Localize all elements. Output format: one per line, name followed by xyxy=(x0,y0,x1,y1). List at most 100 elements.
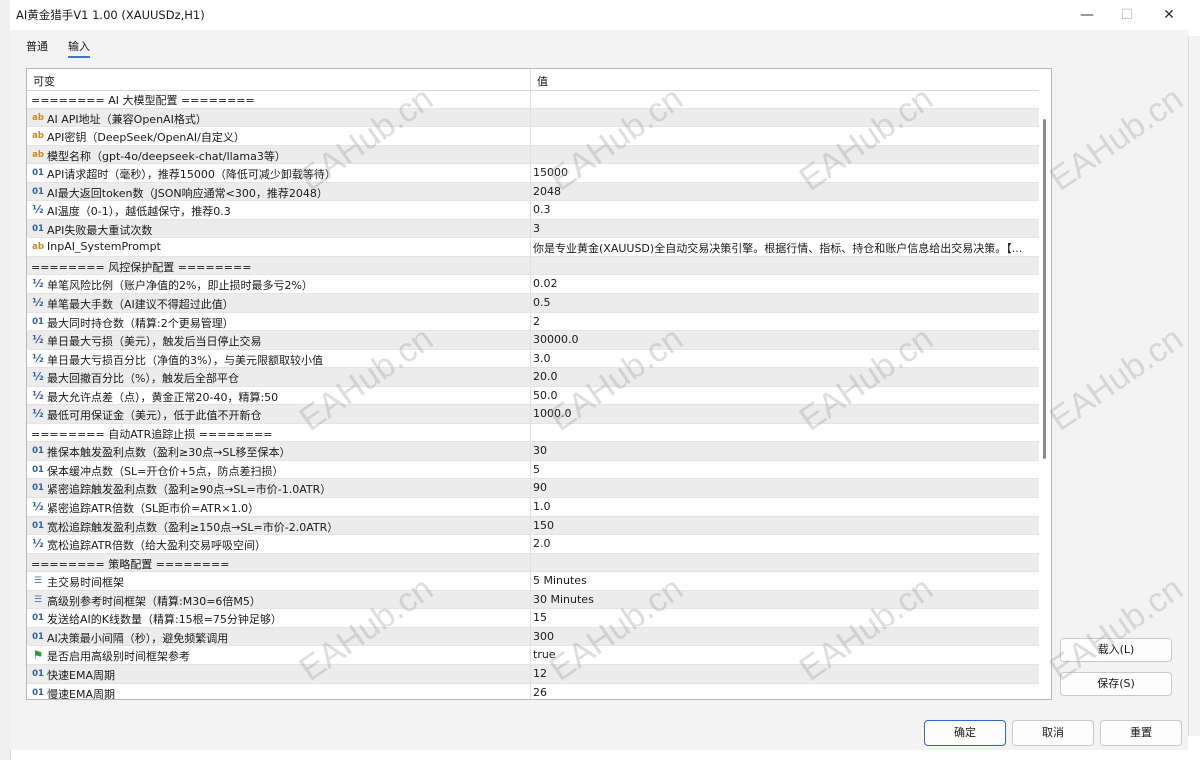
tab-general[interactable]: 普通 xyxy=(26,38,48,54)
parameter-row[interactable]: ½ 最大允许点差（点），黄金正常20-40，精算:50 50.0 xyxy=(27,387,1039,406)
parameter-value[interactable]: 300 xyxy=(533,630,1033,643)
parameter-name: ======== 自动ATR追踪止损 ======== xyxy=(31,427,273,441)
parameter-value[interactable]: 0.02 xyxy=(533,277,1033,290)
parameter-name: AI API地址（兼容OpenAI格式） xyxy=(47,112,207,126)
close-icon[interactable]: ✕ xyxy=(1154,4,1184,26)
parameter-name: ======== 风控保护配置 ======== xyxy=(31,260,252,274)
parameter-row[interactable]: ½ 单日最大亏损（美元），触发后当日停止交易 30000.0 xyxy=(27,331,1039,350)
double-type-icon: ½ xyxy=(32,333,44,347)
integer-type-icon: 01 xyxy=(32,687,44,698)
parameter-name: AI决策最小间隔（秒），避免频繁调用 xyxy=(47,631,229,645)
section-header-row[interactable]: ======== 策略配置 ======== xyxy=(27,553,1039,573)
parameter-row[interactable]: ½ AI温度（0-1），越低越保守，推荐0.3 0.3 xyxy=(27,201,1039,220)
minimize-icon[interactable]: — xyxy=(1072,4,1102,26)
parameter-value[interactable]: 0.3 xyxy=(533,203,1033,216)
parameter-row[interactable]: 01 宽松追踪触发盈利点数（盈利≥150点→SL=市价-2.0ATR） 150 xyxy=(27,516,1039,536)
window-title: AI黄金猎手V1 1.00 (XAUUSDz,H1) xyxy=(16,8,205,22)
double-type-icon: ½ xyxy=(32,500,44,514)
section-header-row[interactable]: ======== 风控保护配置 ======== xyxy=(27,256,1039,276)
parameter-row[interactable]: ½ 宽松追踪ATR倍数（给大盈利交易呼吸空间） 2.0 xyxy=(27,535,1039,554)
parameter-name: 单笔最大手数（AI建议不得超过此值） xyxy=(47,298,234,312)
parameter-row[interactable]: ½ 紧密追踪ATR倍数（SL距市价=ATR×1.0） 1.0 xyxy=(27,498,1039,517)
parameter-row[interactable]: ab AI API地址（兼容OpenAI格式） xyxy=(27,108,1039,128)
parameter-row[interactable]: 01 紧密追踪触发盈利点数（盈利≥90点→SL=市价-1.0ATR） 90 xyxy=(27,479,1039,499)
parameter-value[interactable]: 0.5 xyxy=(533,296,1033,309)
section-header-row[interactable]: ======== 自动ATR追踪止损 ======== xyxy=(27,424,1039,443)
parameter-row[interactable]: ½ 单日最大亏损百分比（净值的3%），与美元限额取较小值 3.0 xyxy=(27,350,1039,369)
column-header-value[interactable]: 值 xyxy=(537,73,548,89)
parameter-row[interactable]: ab 模型名称（gpt-4o/deepseek-chat/llama3等） xyxy=(27,145,1039,165)
parameter-value[interactable]: 3 xyxy=(533,222,1033,235)
parameter-value[interactable]: 30 Minutes xyxy=(533,593,1033,606)
vertical-scrollbar[interactable] xyxy=(1040,69,1050,699)
parameter-name: 最大回撤百分比（%），触发后全部平仓 xyxy=(47,372,239,386)
parameter-value[interactable]: 20.0 xyxy=(533,370,1033,383)
parameter-name: 快速EMA周期 xyxy=(47,668,115,682)
parameter-row[interactable]: ½ 最低可用保证金（美元），低于此值不开新仓 1000.0 xyxy=(27,405,1039,424)
integer-type-icon: 01 xyxy=(32,631,44,642)
parameter-row[interactable]: 01 最大同时持仓数（精算:2个更易管理） 2 xyxy=(27,313,1039,332)
parameter-value[interactable]: 1000.0 xyxy=(533,407,1033,420)
section-header-row[interactable]: ======== AI 大模型配置 ======== xyxy=(27,90,1039,109)
parameter-row[interactable]: ☰ 高级别参考时间框架（精算:M30=6倍M5） 30 Minutes xyxy=(27,590,1039,610)
parameter-value[interactable]: 5 xyxy=(533,463,1033,476)
parameter-row[interactable]: 01 API请求超时（毫秒），推荐15000（降低可减少卸载等待） 15000 xyxy=(27,164,1039,183)
dialog-client: 普通 输入 可变 值 ======== AI 大模型配置 ======== ab A… xyxy=(10,30,1188,750)
parameter-name: API失败最大重试次数 xyxy=(47,223,153,237)
cancel-button[interactable]: 取消 xyxy=(1012,720,1094,746)
integer-type-icon: 01 xyxy=(32,668,44,679)
ok-button[interactable]: 确定 xyxy=(924,720,1006,746)
grid-header: 可变 值 xyxy=(27,69,1039,91)
parameter-value[interactable]: 150 xyxy=(533,519,1033,532)
parameter-value[interactable]: 3.0 xyxy=(533,352,1033,365)
parameter-row[interactable]: 01 API失败最大重试次数 3 xyxy=(27,219,1039,239)
parameter-value[interactable]: 90 xyxy=(533,481,1033,494)
parameter-row[interactable]: 01 推保本触发盈利点数（盈利≥30点→SL移至保本） 30 xyxy=(27,442,1039,461)
integer-type-icon: 01 xyxy=(32,446,44,457)
integer-type-icon: 01 xyxy=(32,186,44,197)
integer-type-icon: 01 xyxy=(32,464,44,475)
parameter-value[interactable]: true xyxy=(533,648,1033,661)
parameter-row[interactable]: ab InpAI_SystemPrompt 你是专业黄金(XAUUSD)全自动交易决… xyxy=(27,238,1039,257)
enum-type-icon: ☰ xyxy=(33,594,43,605)
parameter-value[interactable]: 5 Minutes xyxy=(533,574,1033,587)
parameter-row[interactable]: ½ 最大回撤百分比（%），触发后全部平仓 20.0 xyxy=(27,368,1039,387)
parameter-name: AI温度（0-1），越低越保守，推荐0.3 xyxy=(47,205,231,219)
parameter-row[interactable]: 01 保本缓冲点数（SL=开仓价+5点，防点差扫损） 5 xyxy=(27,461,1039,480)
parameter-row[interactable]: ½ 单笔最大手数（AI建议不得超过此值） 0.5 xyxy=(27,294,1039,313)
parameter-value[interactable]: 50.0 xyxy=(533,389,1033,402)
parameter-value[interactable]: 26 xyxy=(533,686,1033,699)
parameter-row[interactable]: ☰ 主交易时间框架 5 Minutes xyxy=(27,572,1039,591)
parameter-value[interactable]: 30 xyxy=(533,444,1033,457)
parameter-row[interactable]: ab API密钥（DeepSeek/OpenAI/自定义） xyxy=(27,127,1039,146)
parameter-row[interactable]: 01 AI决策最小间隔（秒），避免频繁调用 300 xyxy=(27,627,1039,647)
parameter-name: 单日最大亏损百分比（净值的3%），与美元限额取较小值 xyxy=(47,353,323,367)
parameter-row[interactable]: 01 AI最大返回token数（JSON响应通常<300，推荐2048） 2048 xyxy=(27,182,1039,202)
maximize-icon[interactable]: ☐ xyxy=(1112,4,1142,26)
parameter-name: AI最大返回token数（JSON响应通常<300，推荐2048） xyxy=(47,186,328,200)
parameter-value[interactable]: 2.0 xyxy=(533,537,1033,550)
parameter-name: 发送给AI的K线数量（精算:15根=75分钟足够） xyxy=(47,613,282,627)
parameter-name: 慢速EMA周期 xyxy=(47,687,115,700)
parameter-name: 宽松追踪触发盈利点数（盈利≥150点→SL=市价-2.0ATR） xyxy=(47,520,339,534)
parameter-row[interactable]: ⚑ 是否启用高级别时间框架参考 true xyxy=(27,646,1039,665)
parameter-value[interactable]: 15000 xyxy=(533,166,1033,179)
column-header-name[interactable]: 可变 xyxy=(33,73,55,89)
tab-inputs[interactable]: 输入 xyxy=(68,38,90,58)
parameter-row[interactable]: 01 快速EMA周期 12 xyxy=(27,664,1039,684)
parameter-value[interactable]: 2 xyxy=(533,315,1033,328)
parameter-row[interactable]: 01 发送给AI的K线数量（精算:15根=75分钟足够） 15 xyxy=(27,609,1039,628)
reset-button[interactable]: 重置 xyxy=(1100,720,1182,746)
parameter-value[interactable]: 你是专业黄金(XAUUSD)全自动交易决策引擎。根据行情、指标、持仓和账户信息给… xyxy=(533,240,1033,256)
parameter-value[interactable]: 12 xyxy=(533,667,1033,680)
parameter-row[interactable]: 01 慢速EMA周期 26 xyxy=(27,684,1039,700)
save-button[interactable]: 保存(S) xyxy=(1060,672,1172,696)
parameter-row[interactable]: ½ 单笔风险比例（账户净值的2%，即止损时最多亏2%） 0.02 xyxy=(27,275,1039,295)
load-button[interactable]: 载入(L) xyxy=(1060,638,1172,662)
parameter-value[interactable]: 15 xyxy=(533,611,1033,624)
parameter-name: 最大允许点差（点），黄金正常20-40，精算:50 xyxy=(47,390,279,404)
parameter-value[interactable]: 1.0 xyxy=(533,500,1033,513)
scrollbar-thumb[interactable] xyxy=(1043,119,1046,459)
parameter-value[interactable]: 30000.0 xyxy=(533,333,1033,346)
parameter-value[interactable]: 2048 xyxy=(533,185,1033,198)
